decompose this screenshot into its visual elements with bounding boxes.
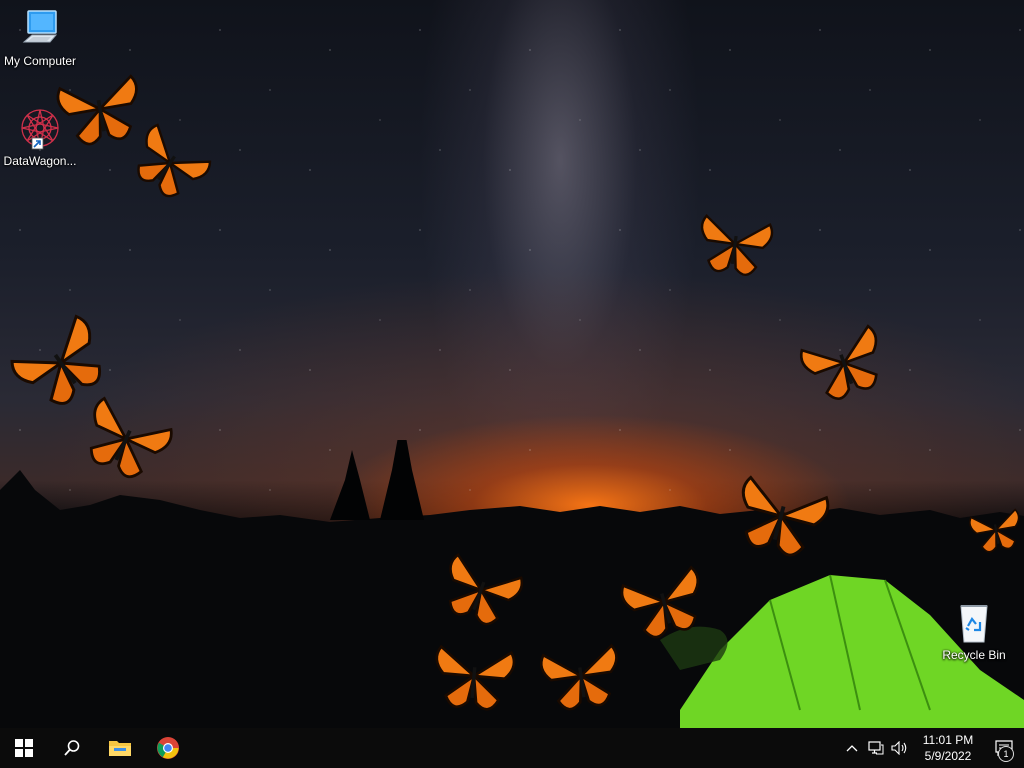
clock-time: 11:01 PM (922, 733, 974, 747)
desktop-icon-my-computer[interactable]: My Computer (0, 8, 80, 68)
clock[interactable]: 11:01 PM 5/9/2022 (918, 732, 978, 764)
file-explorer-button[interactable] (96, 728, 144, 768)
chevron-up-icon (846, 745, 858, 752)
action-center-button[interactable]: 1 (984, 728, 1024, 768)
taskbar: 11:01 PM 5/9/2022 1 (0, 728, 1024, 768)
desktop-icon-label: Recycle Bin (942, 648, 1006, 662)
system-tray: 11:01 PM 5/9/2022 1 (840, 728, 1024, 768)
search-button[interactable] (48, 728, 96, 768)
notification-count-badge: 1 (998, 746, 1014, 762)
clock-date: 5/9/2022 (924, 749, 972, 763)
show-hidden-icons-button[interactable] (840, 728, 864, 768)
butterfly-icon (531, 619, 631, 734)
network-icon (868, 741, 884, 755)
desktop-icon-recycle-bin[interactable]: Recycle Bin (934, 600, 1014, 662)
start-button[interactable] (0, 728, 48, 768)
butterfly-icon (683, 198, 787, 290)
windows-logo-icon (15, 739, 33, 757)
chrome-button[interactable] (144, 728, 192, 768)
datawagon-shortcut-icon (21, 109, 59, 150)
computer-icon (22, 10, 58, 43)
folder-icon (109, 741, 131, 756)
chrome-icon (157, 737, 179, 759)
volume-button[interactable] (888, 728, 912, 768)
butterfly-icon (426, 620, 523, 731)
recycle-bin-icon (960, 605, 988, 643)
desktop-icon-datawagon[interactable]: DataWagon... (0, 106, 80, 168)
desktop-icon-label: DataWagon... (3, 154, 77, 168)
volume-icon (891, 741, 907, 755)
search-icon (64, 740, 80, 756)
desktop-icon-label: My Computer (3, 54, 77, 68)
network-button[interactable] (864, 728, 888, 768)
